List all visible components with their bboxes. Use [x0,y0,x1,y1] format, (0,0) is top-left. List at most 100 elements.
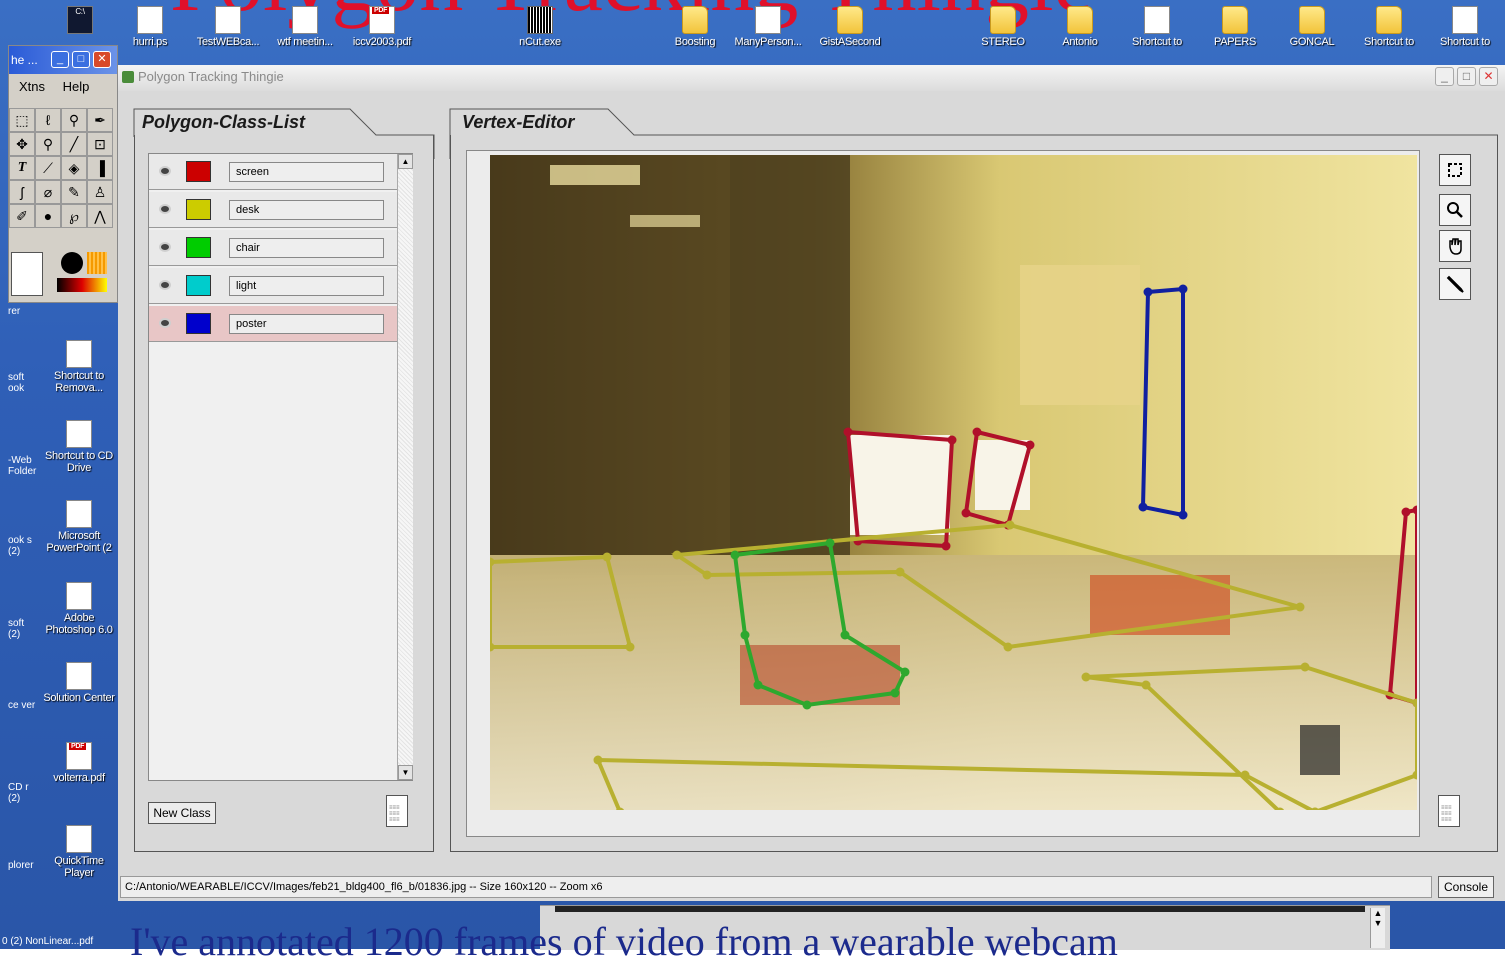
vertex-handle[interactable] [1178,284,1188,294]
class-row-light[interactable]: light [149,268,397,304]
vertex-handle[interactable] [1003,642,1013,652]
vertex-handle[interactable] [825,538,835,548]
bucket-tool-icon[interactable]: ◈ [61,156,87,180]
desktop-icon-1[interactable]: hurri.ps [114,6,186,48]
path-tool-icon[interactable]: ℘ [61,204,87,228]
class-name-field[interactable]: chair [229,238,384,258]
class-color-swatch[interactable] [186,275,211,296]
scroll-down-arrow-icon[interactable]: ▼ [398,765,413,780]
desktop-icon-9[interactable]: STEREO [967,6,1039,48]
vertex-handle[interactable] [843,427,853,437]
eye-icon[interactable] [159,166,171,176]
class-name-field[interactable]: poster [229,314,384,334]
vertex-handle[interactable] [702,570,712,580]
maximize-button[interactable]: □ [1457,67,1476,86]
eyedropper-tool-icon[interactable]: ⟋ [35,156,61,180]
screen-mode-icon[interactable] [87,252,107,274]
move-tool-icon[interactable]: ✥ [9,132,35,156]
new-class-button[interactable]: New Class [148,802,216,824]
smudge-tool-icon[interactable]: ✎ [61,180,87,204]
class-name-field[interactable]: desk [229,200,384,220]
vertex-handle[interactable] [672,550,682,560]
zoom-tool-icon[interactable]: ⚲ [35,132,61,156]
pencil-tool-icon[interactable] [1439,268,1471,300]
minimize-button[interactable]: _ [51,51,69,68]
background-window-scrollbar[interactable]: ▲ ▼ [1370,908,1385,948]
vertex-handle[interactable] [900,667,910,677]
vertex-handle[interactable] [1240,770,1250,780]
vertex-handle[interactable] [730,550,740,560]
desktop-icon-4[interactable]: iccv2003.pdf [346,6,418,48]
vertex-handle[interactable] [1178,510,1188,520]
eye-icon[interactable] [159,204,171,214]
desktop-icon-11[interactable]: Shortcut to [1121,6,1193,48]
foreground-color-swatch[interactable] [11,252,43,296]
eraser-tool-icon[interactable]: ⌀ [35,180,61,204]
annotated-frame[interactable] [490,155,1417,810]
stamp-tool-icon[interactable]: ♙ [87,180,113,204]
lasso-tool-icon[interactable]: ℓ [35,108,61,132]
document-icon[interactable]: ≡≡≡ ≡≡≡ ≡≡≡ [1438,795,1460,827]
desktop-icon-2[interactable]: TestWEBca... [192,6,264,48]
vertex-handle[interactable] [961,508,971,518]
class-color-swatch[interactable] [186,237,211,258]
vertex-handle[interactable] [1300,662,1310,672]
magic-wand-tool-icon[interactable]: ⚲ [61,108,87,132]
vertex-handle[interactable] [895,567,905,577]
vertex-handle[interactable] [602,552,612,562]
class-row-screen[interactable]: screen [149,154,397,190]
tab-polygon-class-list[interactable]: Polygon-Class-List [132,107,305,137]
desktop-icon-6[interactable]: Boosting [659,6,731,48]
maximize-button[interactable]: □ [72,51,90,68]
brush-tool-icon[interactable]: ʃ [9,180,35,204]
vertex-handle[interactable] [625,642,635,652]
image-canvas[interactable] [490,155,1417,810]
close-button[interactable]: ✕ [1479,67,1498,86]
vertex-handle[interactable] [593,755,603,765]
desktop-icon-15[interactable]: Shortcut to [1429,6,1501,48]
line-tool-icon[interactable]: ╱ [61,132,87,156]
class-list-scrollbar[interactable]: ▲ ▼ [397,154,413,780]
desktop-icon-0[interactable]: C:\ [44,6,116,36]
type-tool-icon[interactable]: T [9,156,35,180]
vertex-handle[interactable] [753,680,763,690]
vertex-handle[interactable] [1401,507,1411,517]
class-color-swatch[interactable] [186,199,211,220]
class-color-swatch[interactable] [186,313,211,334]
desktop-icon-5[interactable]: nCut.exe [504,6,576,48]
vertex-handle[interactable] [740,630,750,640]
vertex-handle[interactable] [1025,440,1035,450]
vertex-handle[interactable] [840,630,850,640]
class-row-chair[interactable]: chair [149,230,397,266]
vertex-handle[interactable] [1295,602,1305,612]
scroll-up-arrow-icon[interactable]: ▲ [398,154,413,169]
desktop-icon-10[interactable]: Antonio [1044,6,1116,48]
desktop-icon-8[interactable]: GistASecond [814,6,886,48]
pen-tool-icon[interactable]: ✒ [87,108,113,132]
menu-xtns[interactable]: Xtns [19,79,45,94]
vertex-handle[interactable] [802,700,812,710]
measure-tool-icon[interactable]: ⋀ [87,204,113,228]
minimize-button[interactable]: _ [1435,67,1454,86]
document-icon[interactable]: ≡≡≡ ≡≡≡ ≡≡≡ [386,795,408,827]
vertex-handle[interactable] [1141,680,1151,690]
dodge-tool-icon[interactable]: ● [35,204,61,228]
crop-tool-icon[interactable]: ⊡ [87,132,113,156]
desktop-icon-7[interactable]: ManyPerson... [732,6,804,48]
eye-icon[interactable] [159,242,171,252]
hand-tool-icon[interactable] [1439,230,1471,262]
class-name-field[interactable]: screen [229,162,384,182]
vertex-handle[interactable] [1081,672,1091,682]
menu-help[interactable]: Help [63,79,90,94]
desktop-icon-14[interactable]: Shortcut to [1353,6,1425,48]
class-name-field[interactable]: light [229,276,384,296]
vertex-handle[interactable] [890,688,900,698]
marquee-tool-icon[interactable]: ⬚ [9,108,35,132]
desktop-icon-12[interactable]: PAPERS [1199,6,1271,48]
vertex-handle[interactable] [947,435,957,445]
desktop-icon-13[interactable]: GONCAL [1276,6,1348,48]
vertex-handle[interactable] [941,541,951,551]
pencil-tool-icon[interactable]: ✐ [9,204,35,228]
eye-icon[interactable] [159,280,171,290]
gradient-tool-icon[interactable]: ▐ [87,156,113,180]
